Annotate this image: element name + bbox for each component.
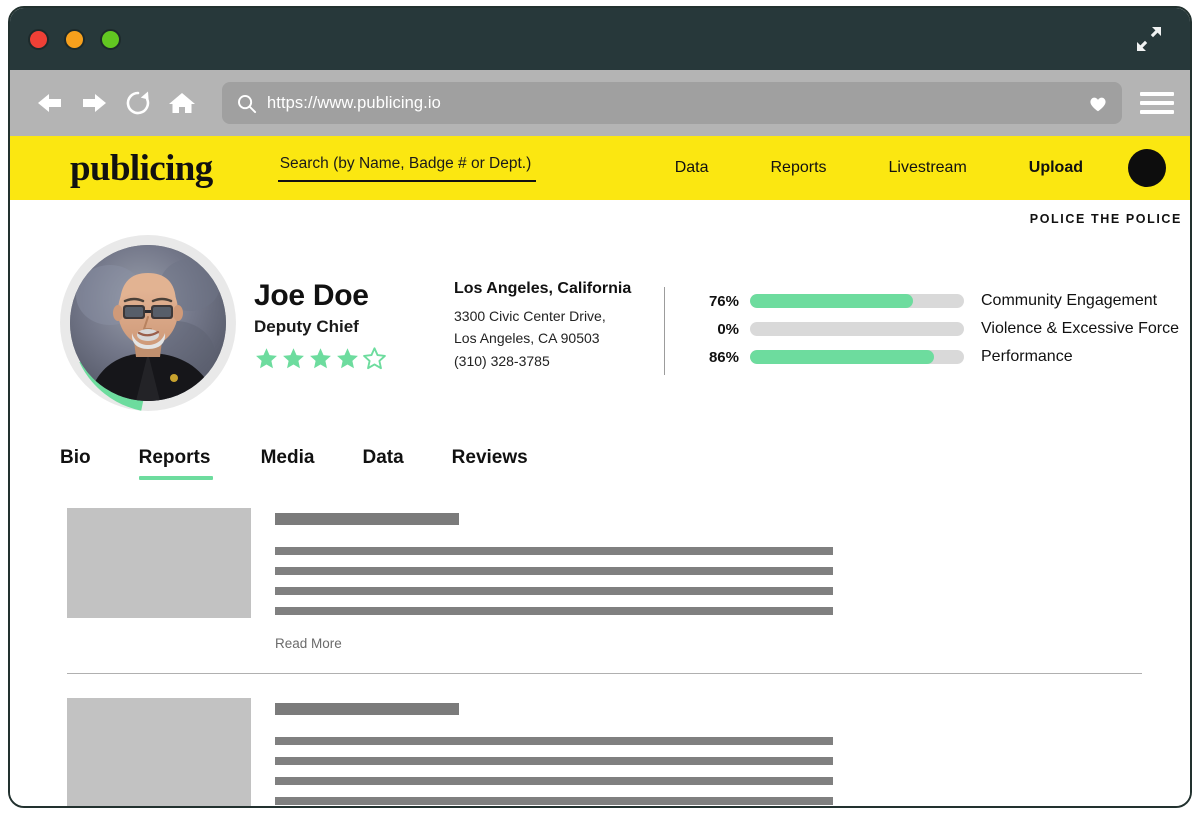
home-icon[interactable] [160, 81, 204, 125]
metric-label: Violence & Excessive Force [981, 320, 1180, 337]
nav-link-data[interactable]: Data [644, 159, 740, 177]
maximize-window-button[interactable] [100, 28, 121, 50]
star-filled-icon[interactable] [308, 346, 333, 371]
nav-link-upload[interactable]: Upload [998, 159, 1114, 177]
site-tagline: POLICE THE POLICE [1029, 212, 1182, 226]
reload-icon[interactable] [116, 81, 160, 125]
tab-reports[interactable]: Reports [138, 447, 239, 480]
arrow-right-icon[interactable] [72, 81, 116, 125]
report-list: Read More Read More [10, 508, 1190, 806]
rating-stars[interactable] [254, 346, 454, 371]
tab-active-underline [138, 476, 213, 480]
expand-arrows-icon[interactable] [1132, 22, 1166, 56]
tab-reviews[interactable]: Reviews [452, 447, 554, 480]
report-thumbnail[interactable] [67, 508, 251, 618]
address-bar[interactable]: https://www.publicing.io [222, 82, 1122, 124]
account-avatar-icon[interactable] [1128, 149, 1166, 187]
site-logo[interactable]: publicing [70, 150, 213, 187]
report-thumbnail[interactable] [67, 698, 251, 806]
browser-toolbar: https://www.publicing.io [10, 70, 1190, 136]
page-title: Joe Doe [254, 279, 369, 312]
metric-percent-label: 0% [717, 320, 739, 338]
metric-row: 0% Violence & Excessive Force [693, 315, 1190, 343]
report-text-placeholder-line [275, 737, 833, 745]
metric-progress-fill [750, 350, 935, 364]
nav-link-livestream[interactable]: Livestream [858, 159, 998, 177]
star-filled-icon[interactable] [335, 346, 360, 371]
star-empty-icon[interactable] [362, 346, 387, 371]
contact-city: Los Angeles, California [454, 280, 632, 297]
contact-phone: (310) 328-3785 [454, 352, 550, 369]
report-text-placeholder-line [275, 757, 833, 765]
arrow-left-icon[interactable] [28, 81, 72, 125]
report-text-placeholder-line [275, 607, 833, 615]
metric-percent-label: 86% [708, 348, 739, 366]
profile-identity: Joe Doe Deputy Chief [254, 235, 454, 371]
report-body: Read More [275, 698, 1142, 806]
report-text-placeholder-line [275, 587, 833, 595]
contact-citystatezip: Los Angeles, CA 90503 [454, 330, 600, 347]
profile-rank: Deputy Chief [254, 316, 359, 336]
metric-progress-track [750, 294, 964, 308]
metric-row: 86% Performance [693, 343, 1190, 371]
report-title-placeholder [275, 513, 459, 525]
metric-progress-track [750, 322, 964, 336]
site-nav-links: Data Reports Livestream Upload [644, 149, 1174, 187]
report-title-placeholder [275, 703, 459, 715]
tab-bio[interactable]: Bio [60, 447, 117, 480]
search-input[interactable] [277, 154, 536, 173]
report-text-placeholder-line [275, 797, 833, 805]
report-separator [67, 673, 1142, 674]
read-more-link[interactable]: Read More [275, 636, 342, 651]
officer-portrait-image [70, 245, 226, 401]
site-search-field[interactable] [277, 154, 536, 182]
tab-media[interactable]: Media [261, 447, 341, 480]
tab-label: Reviews [451, 447, 528, 468]
search-icon [236, 93, 257, 114]
tab-data[interactable]: Data [362, 447, 429, 480]
star-filled-icon[interactable] [254, 346, 279, 371]
tab-label: Bio [60, 447, 91, 468]
site-navigation-bar: publicing Data Reports Livestream Upload [10, 136, 1190, 200]
profile-tabs: Bio Reports Media Data Reviews [60, 447, 1190, 480]
profile-metrics: 76% Community Engagement 0% Violence & Exce… [693, 235, 1190, 371]
metric-progress-fill [750, 294, 913, 308]
profile-avatar [60, 235, 236, 411]
tab-label: Media [260, 447, 315, 468]
star-filled-icon[interactable] [281, 346, 306, 371]
traffic-light-group [28, 28, 121, 50]
heart-icon[interactable] [1086, 91, 1110, 115]
browser-window: https://www.publicing.io publicing Data … [8, 6, 1192, 808]
contact-street: 3300 Civic Center Drive, [454, 308, 606, 324]
report-text-placeholder-line [275, 567, 833, 575]
report-body: Read More [275, 508, 1142, 653]
url-text[interactable]: https://www.publicing.io [267, 94, 1076, 113]
window-title-bar [10, 8, 1190, 70]
report-item[interactable]: Read More [67, 508, 1142, 653]
metric-row: 76% Community Engagement [693, 287, 1190, 315]
close-window-button[interactable] [28, 28, 49, 50]
section-divider [664, 287, 665, 375]
tab-label: Reports [138, 447, 211, 468]
minimize-window-button[interactable] [64, 28, 85, 50]
profile-header: Joe Doe Deputy Chief Los Angeles, Califo… [10, 200, 1190, 411]
hamburger-menu-icon[interactable] [1140, 86, 1174, 120]
report-item[interactable]: Read More [67, 698, 1142, 806]
metric-label: Performance [981, 348, 1073, 365]
metric-label: Community Engagement [981, 292, 1158, 309]
metric-percent-label: 76% [708, 292, 739, 310]
report-text-placeholder-line [275, 547, 833, 555]
nav-link-reports[interactable]: Reports [740, 159, 858, 177]
report-text-placeholder-line [275, 777, 833, 785]
page-content: POLICE THE POLICE Joe Doe Deputy Chief L… [10, 200, 1190, 806]
profile-contact: Los Angeles, California 3300 Civic Cente… [454, 235, 644, 370]
metric-progress-track [750, 350, 964, 364]
tab-label: Data [362, 447, 404, 468]
